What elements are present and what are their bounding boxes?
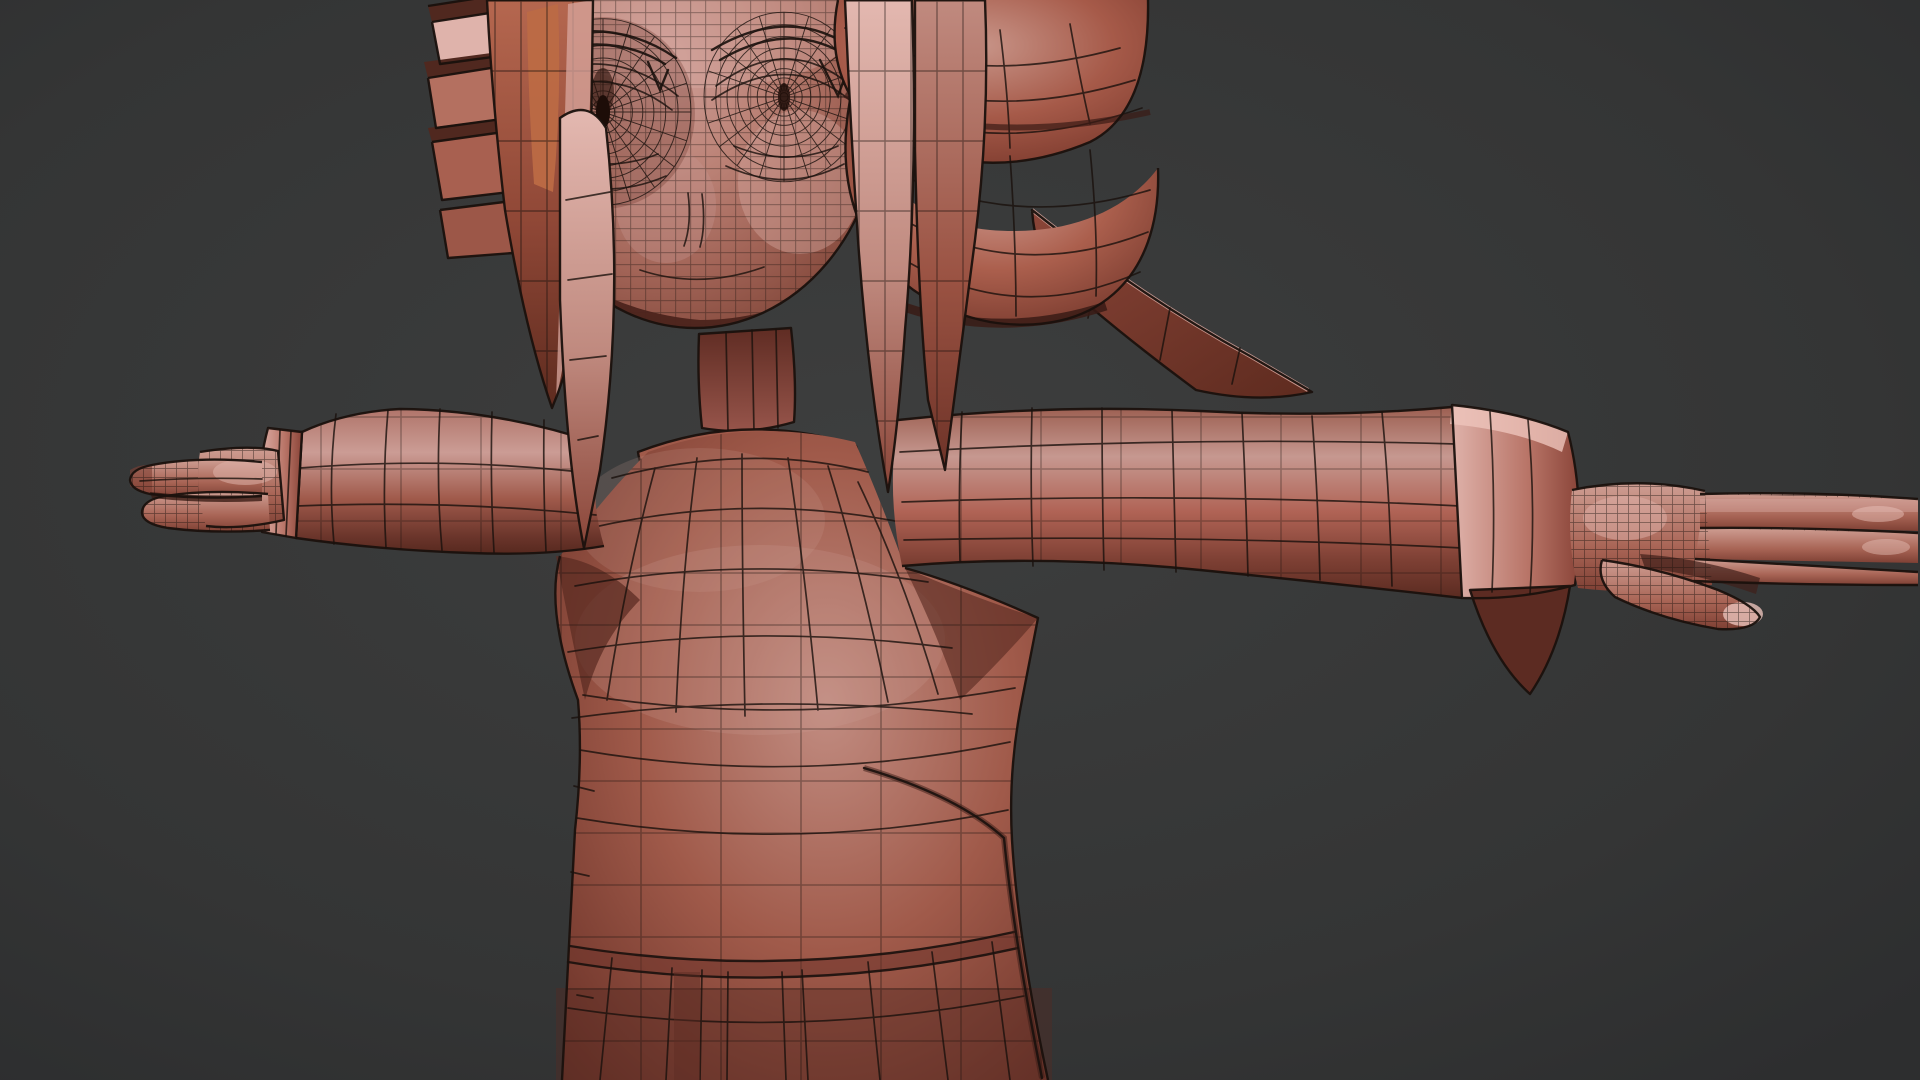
viewport-canvas	[0, 0, 1920, 1080]
neck	[698, 328, 795, 431]
pupil-right	[778, 83, 790, 111]
viewport-3d[interactable]: Close-up of an untextured low-poly styli…	[0, 0, 1920, 1080]
